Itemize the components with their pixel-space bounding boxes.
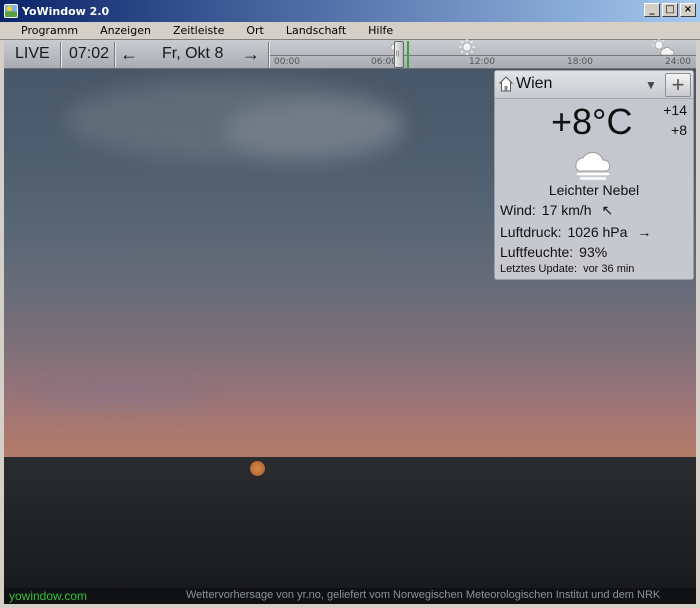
weather-condition: Leichter Nebel: [548, 182, 640, 198]
toolbar-divider: [60, 42, 62, 67]
status-bar: yowindow.com Wettervorhersage von yr.no,…: [4, 588, 696, 604]
maximize-button[interactable]: □: [662, 3, 678, 17]
last-update-value: vor 36 min: [583, 263, 635, 275]
timeline-toolbar: LIVE 07:02 ← Fr, Okt 8 → 00:00 06:00 12:…: [4, 38, 696, 69]
humidity-row: Luftfeuchte: 93%: [500, 244, 607, 260]
close-button[interactable]: ×: [680, 3, 696, 17]
timeline-slider-handle[interactable]: [394, 41, 404, 68]
humidity-label: Luftfeuchte:: [500, 244, 574, 260]
prev-day-arrow-icon[interactable]: ←: [120, 40, 138, 68]
current-date: Fr, Okt 8: [162, 45, 224, 62]
pressure-row: Luftdruck: 1026 hPa →: [500, 224, 651, 240]
window-controls: _ □ ×: [644, 3, 696, 17]
minimize-button[interactable]: _: [644, 3, 660, 17]
low-temperature: +8: [671, 122, 687, 138]
menu-programm[interactable]: Programm: [10, 24, 89, 37]
wind-row: Wind: 17 km/h ↖: [500, 202, 613, 219]
window-title: YoWindow 2.0: [22, 4, 110, 18]
sun-icon: [458, 38, 476, 61]
add-location-button[interactable]: +: [665, 73, 691, 97]
toolbar-divider: [114, 42, 116, 67]
menu-hilfe[interactable]: Hilfe: [357, 24, 404, 37]
humidity-value: 93%: [579, 244, 608, 260]
chevron-down-icon[interactable]: ▼: [645, 78, 657, 92]
next-day-arrow-icon[interactable]: →: [242, 40, 260, 68]
site-link[interactable]: yowindow.com: [9, 589, 87, 603]
home-icon: [499, 76, 513, 92]
ground: [4, 457, 696, 604]
current-time: 07:02: [69, 45, 110, 62]
timeline-now-marker: [407, 41, 409, 68]
menu-bar: Programm Anzeigen Zeitleiste Ort Landsch…: [0, 22, 700, 40]
wind-direction-icon: ↖: [601, 202, 614, 218]
live-button[interactable]: LIVE: [15, 40, 50, 68]
sun: [250, 461, 265, 476]
pressure-trend-icon: →: [637, 224, 652, 240]
pressure-label: Luftdruck:: [500, 224, 562, 240]
menu-landschaft[interactable]: Landschaft: [275, 24, 357, 37]
fog-icon: [575, 152, 611, 180]
location-name[interactable]: Wien: [516, 75, 552, 93]
location-header: Wien ▼ +: [495, 71, 693, 99]
wind-label: Wind:: [500, 202, 536, 218]
title-bar: YoWindow 2.0 _ □ ×: [0, 0, 700, 22]
timeline-label: 18:00: [567, 57, 593, 67]
cloud: [224, 100, 404, 160]
menu-ort[interactable]: Ort: [235, 24, 275, 37]
cloud: [34, 385, 204, 407]
partly-cloudy-icon: [650, 38, 676, 61]
menu-anzeigen[interactable]: Anzeigen: [89, 24, 162, 37]
timeline-track[interactable]: 00:00 06:00 12:00 18:00 24:00: [270, 38, 696, 68]
wind-value: 17 km/h: [541, 202, 592, 218]
menu-zeitleiste[interactable]: Zeitleiste: [162, 24, 235, 37]
last-update-row: Letztes Update: vor 36 min: [500, 263, 634, 275]
weather-panel: Wien ▼ + +8°C +14 +8 Leichter Nebel Wind…: [494, 70, 694, 280]
app-icon: [4, 4, 18, 18]
high-temperature: +14: [663, 102, 687, 118]
timeline-label: 00:00: [274, 57, 300, 67]
last-update-label: Letztes Update:: [500, 263, 578, 275]
current-temperature: +8°C: [551, 101, 633, 142]
forecast-credit[interactable]: Wettervorhersage von yr.no, geliefert vo…: [186, 589, 660, 601]
pressure-value: 1026 hPa: [567, 224, 628, 240]
timeline-axis: [270, 55, 696, 56]
